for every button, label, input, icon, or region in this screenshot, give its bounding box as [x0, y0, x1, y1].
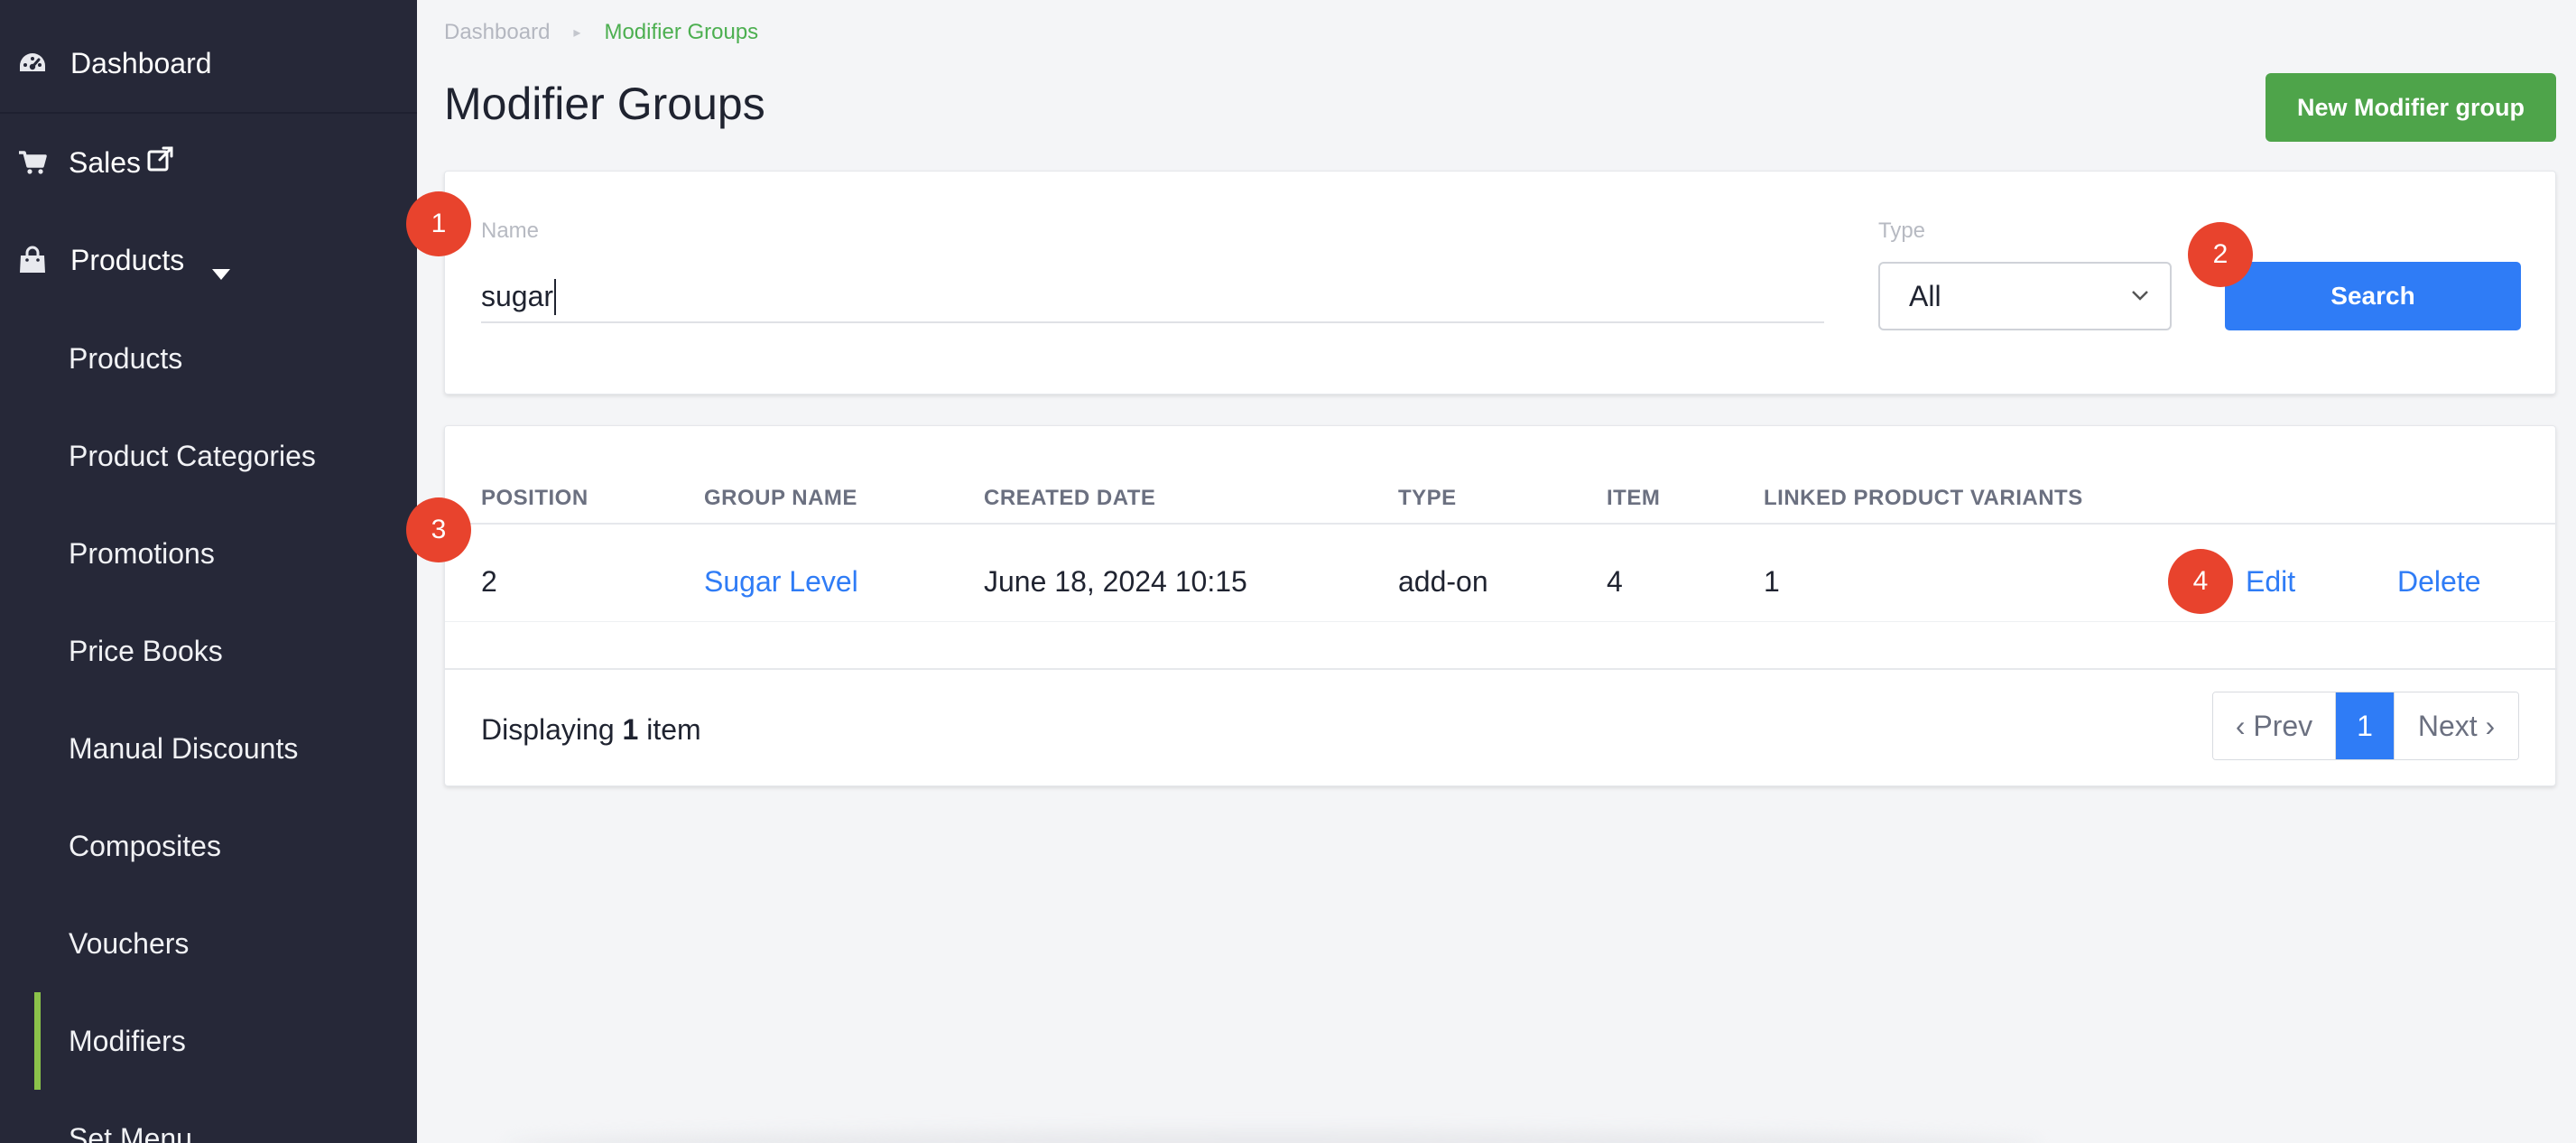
cell-item: 4 [1607, 565, 1623, 598]
search-button[interactable]: Search [2225, 262, 2521, 330]
external-link-icon [146, 144, 175, 181]
cell-created-date: June 18, 2024 10:15 [984, 565, 1247, 598]
sidebar-item-label: Dashboard [70, 46, 212, 79]
cell-position: 2 [481, 565, 497, 598]
divider [445, 668, 2557, 670]
breadcrumb-current: Modifier Groups [604, 20, 759, 44]
chevron-down-icon [2130, 283, 2150, 307]
sidebar-item-modifiers[interactable]: Modifiers [0, 992, 417, 1090]
displaying-count: Displaying 1 item [481, 713, 701, 747]
cell-type: add-on [1398, 565, 1488, 598]
page-1-button[interactable]: 1 [2336, 692, 2394, 759]
shopping-bag-icon [16, 244, 49, 276]
annotation-marker-2: 2 [2188, 222, 2253, 287]
group-name-link[interactable]: Sugar Level [704, 565, 858, 599]
next-page-button[interactable]: Next › [2394, 692, 2518, 759]
sidebar-item-price-books[interactable]: Price Books [0, 602, 417, 700]
sidebar-item-label: Sales [69, 145, 142, 179]
breadcrumb: Dashboard ▸ Modifier Groups [444, 20, 758, 45]
column-header-type: TYPE [1398, 486, 1457, 510]
sidebar-item-label: Price Books [69, 634, 223, 667]
new-modifier-group-button[interactable]: New Modifier group [2266, 73, 2556, 142]
cell-linked-product-variants: 1 [1764, 565, 1780, 598]
sidebar-item-products[interactable]: Products [0, 310, 417, 407]
delete-link[interactable]: Delete [2397, 565, 2481, 599]
filter-panel: Name Type All Search [444, 171, 2556, 395]
sidebar-item-label: Modifiers [69, 1024, 186, 1057]
sidebar-item-label: Products [69, 341, 183, 375]
sidebar-item-product-categories[interactable]: Product Categories [0, 407, 417, 505]
page-title: Modifier Groups [444, 79, 765, 129]
type-label: Type [1878, 218, 1926, 243]
type-select-value: All [1909, 279, 1941, 312]
prev-page-button[interactable]: ‹ Prev [2213, 692, 2336, 759]
sidebar-item-label: Manual Discounts [69, 731, 299, 765]
dashboard-icon [16, 47, 49, 79]
displaying-number: 1 [622, 713, 639, 746]
name-input[interactable] [481, 271, 1824, 323]
pagination: ‹ Prev 1 Next › [2212, 692, 2519, 760]
sidebar-item-promotions[interactable]: Promotions [0, 505, 417, 602]
sidebar-item-label: Product Categories [69, 439, 316, 472]
sidebar-item-set-menu[interactable]: Set Menu [0, 1090, 417, 1143]
sidebar-item-manual-discounts[interactable]: Manual Discounts [0, 700, 417, 797]
sidebar-item-label: Promotions [69, 536, 215, 570]
sidebar: Dashboard Sales Products Products Produc… [0, 0, 417, 1143]
divider [445, 621, 2557, 622]
sidebar-item-label: Products [70, 243, 185, 276]
sidebar-item-label: Composites [69, 829, 221, 862]
sidebar-item-sales[interactable]: Sales [0, 114, 417, 211]
sidebar-item-composites[interactable]: Composites [0, 797, 417, 895]
sidebar-item-label: Set Menu [69, 1121, 192, 1143]
cart-icon [16, 146, 49, 179]
text-caret [554, 279, 556, 315]
caret-down-icon [211, 255, 231, 288]
divider [445, 523, 2557, 525]
breadcrumb-separator-icon: ▸ [573, 25, 581, 41]
sidebar-item-vouchers[interactable]: Vouchers [0, 895, 417, 992]
bottom-shadow [505, 1130, 2040, 1143]
displaying-suffix: item [646, 713, 701, 746]
column-header-created-date: CREATED DATE [984, 486, 1156, 510]
sidebar-item-dashboard[interactable]: Dashboard [0, 14, 417, 112]
column-header-linked-product-variants: LINKED PRODUCT VARIANTS [1764, 486, 2083, 510]
annotation-marker-3: 3 [406, 497, 471, 562]
edit-link[interactable]: Edit [2246, 565, 2295, 599]
breadcrumb-dashboard-link[interactable]: Dashboard [444, 20, 550, 45]
modifier-groups-table: POSITION GROUP NAME CREATED DATE TYPE IT… [444, 425, 2557, 786]
sidebar-item-label: Vouchers [69, 926, 190, 960]
type-select[interactable]: All [1878, 262, 2172, 330]
column-header-group-name: GROUP NAME [704, 486, 857, 510]
annotation-marker-1: 1 [406, 191, 471, 256]
active-indicator [34, 992, 41, 1090]
sidebar-item-products-group[interactable]: Products [0, 211, 417, 309]
displaying-prefix: Displaying [481, 713, 615, 746]
column-header-position: POSITION [481, 486, 588, 510]
name-label: Name [481, 218, 540, 243]
annotation-marker-4: 4 [2168, 549, 2233, 614]
column-header-item: ITEM [1607, 486, 1661, 510]
